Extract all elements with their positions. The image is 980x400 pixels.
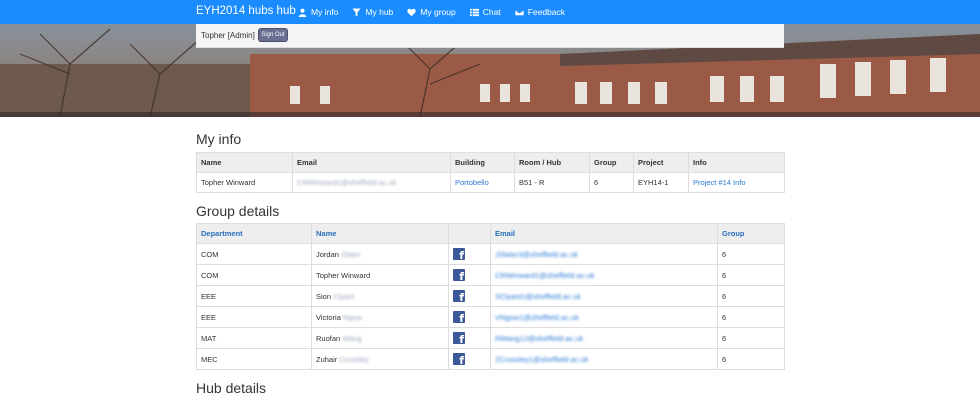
facebook-icon[interactable]: f bbox=[453, 248, 465, 261]
my-name: Topher Winward bbox=[196, 172, 293, 193]
nav-feedback[interactable]: Feedback bbox=[514, 0, 566, 24]
my-room: B51 - R bbox=[514, 172, 590, 193]
col-email: Email bbox=[292, 152, 451, 173]
member-group: 6 bbox=[717, 264, 785, 286]
col-name: Name bbox=[196, 152, 293, 173]
nav-my-hub-label: My hub bbox=[365, 7, 394, 17]
nav-chat[interactable]: Chat bbox=[469, 0, 501, 24]
member-email-link[interactable]: SClyant1@sheffield.ac.uk bbox=[495, 292, 581, 301]
heart-icon bbox=[407, 8, 416, 16]
member-department: MEC bbox=[196, 348, 312, 370]
col-social bbox=[448, 223, 491, 244]
main-nav: My info My hub My group Chat Feedback bbox=[298, 0, 579, 24]
nav-my-group-label: My group bbox=[420, 7, 456, 17]
col-building: Building bbox=[450, 152, 515, 173]
table-row: MEC Zuhair Crossley f ZCrossley1@sheffield.… bbox=[196, 348, 785, 370]
col-room-hub: Room / Hub bbox=[514, 152, 590, 173]
member-email-link[interactable]: CRWinward1@sheffield.ac.uk bbox=[495, 271, 594, 280]
col-member-email[interactable]: Email bbox=[490, 223, 718, 244]
member-first-name: Jordan bbox=[316, 249, 339, 259]
member-group: 6 bbox=[717, 285, 785, 307]
list-icon bbox=[469, 8, 479, 16]
member-first-name: Zuhair bbox=[316, 354, 338, 364]
col-project: Project bbox=[633, 152, 689, 173]
member-name: Ruofan Wang bbox=[311, 327, 449, 349]
nav-chat-label: Chat bbox=[482, 7, 501, 17]
member-name: Victoria Ngow bbox=[311, 306, 449, 328]
table-row: MAT Ruofan Wang f RWang12@sheffield.ac.uk 6 bbox=[196, 327, 785, 349]
member-email-link[interactable]: ZCrossley1@sheffield.ac.uk bbox=[495, 355, 588, 364]
table-row: Topher Winward CRWinward1@sheffield.ac.u… bbox=[196, 172, 785, 193]
member-department: MAT bbox=[196, 327, 312, 349]
member-first-name: Victoria bbox=[316, 312, 341, 322]
member-name: Zuhair Crossley bbox=[311, 348, 449, 370]
table-row: COM Jordan Slater f JSlater3@sheffield.ac.u… bbox=[196, 243, 785, 265]
member-last-name: Crossley bbox=[339, 354, 369, 364]
member-name: Topher Winward bbox=[311, 264, 449, 286]
building-link[interactable]: Portobello bbox=[455, 178, 489, 187]
member-department: COM bbox=[196, 264, 312, 286]
member-first-name: Topher Winward bbox=[316, 270, 371, 280]
member-group: 6 bbox=[717, 243, 785, 265]
my-group: 6 bbox=[589, 172, 634, 193]
envelope-icon bbox=[514, 8, 524, 16]
table-row: EEE Sion Clyant f SClyant1@sheffield.ac.uk 6 bbox=[196, 285, 785, 307]
facebook-icon[interactable]: f bbox=[453, 332, 465, 345]
brand-title[interactable]: EYH2014 hubs hub bbox=[196, 0, 296, 24]
facebook-icon[interactable]: f bbox=[453, 290, 465, 303]
col-department[interactable]: Department bbox=[196, 223, 312, 244]
table-row: COM Topher Winward f CRWinward1@sheffield.… bbox=[196, 264, 785, 286]
user-bar: Topher [Admin] Sign Out bbox=[196, 24, 784, 48]
col-info: Info bbox=[688, 152, 785, 173]
member-group: 6 bbox=[717, 327, 785, 349]
nav-my-hub[interactable]: My hub bbox=[352, 0, 393, 24]
project-info-link[interactable]: Project #14 Info bbox=[693, 178, 746, 187]
filter-icon bbox=[352, 7, 361, 17]
my-email: CRWinward1@sheffield.ac.uk bbox=[297, 178, 397, 187]
col-member-group[interactable]: Group bbox=[717, 223, 785, 244]
facebook-icon[interactable]: f bbox=[453, 311, 465, 324]
facebook-icon[interactable]: f bbox=[453, 269, 465, 282]
table-row: EEE Victoria Ngow f VNgow1@sheffield.ac.uk 6 bbox=[196, 306, 785, 328]
my-info-heading: My info bbox=[196, 131, 242, 147]
hub-details-heading: Hub details bbox=[196, 380, 267, 396]
my-project: EYH14-1 bbox=[633, 172, 689, 193]
member-last-name: Ngow bbox=[342, 312, 363, 322]
col-member-name[interactable]: Name bbox=[311, 223, 449, 244]
member-email-link[interactable]: VNgow1@sheffield.ac.uk bbox=[495, 313, 579, 322]
logged-in-username: Topher [Admin] bbox=[201, 31, 255, 40]
member-last-name: Slater bbox=[341, 249, 361, 259]
my-info-table: Name Email Building Room / Hub Group Pro… bbox=[196, 152, 785, 193]
top-navbar: EYH2014 hubs hub My info My hub My group… bbox=[0, 0, 980, 24]
member-email-link[interactable]: JSlater3@sheffield.ac.uk bbox=[495, 250, 578, 259]
member-group: 6 bbox=[717, 306, 785, 328]
table-header-row: Name Email Building Room / Hub Group Pro… bbox=[196, 152, 785, 173]
member-name: Sion Clyant bbox=[311, 285, 449, 307]
member-department: EEE bbox=[196, 285, 312, 307]
table-header-row: Department Name Email Group bbox=[196, 223, 785, 244]
member-department: COM bbox=[196, 243, 312, 265]
nav-feedback-label: Feedback bbox=[527, 7, 566, 17]
member-email-link[interactable]: RWang12@sheffield.ac.uk bbox=[495, 334, 583, 343]
facebook-icon[interactable]: f bbox=[453, 353, 465, 366]
nav-my-info-label: My info bbox=[311, 7, 339, 17]
member-department: EEE bbox=[196, 306, 312, 328]
member-first-name: Ruofan bbox=[316, 333, 341, 343]
member-name: Jordan Slater bbox=[311, 243, 449, 265]
member-last-name: Wang bbox=[342, 333, 362, 343]
group-details-heading: Group details bbox=[196, 203, 280, 219]
group-details-table: Department Name Email Group COM Jordan Sl… bbox=[196, 223, 785, 370]
sign-out-button[interactable]: Sign Out bbox=[258, 28, 288, 42]
nav-my-info[interactable]: My info bbox=[298, 0, 338, 24]
member-first-name: Sion bbox=[316, 291, 332, 301]
nav-my-group[interactable]: My group bbox=[407, 0, 456, 24]
member-group: 6 bbox=[717, 348, 785, 370]
col-group: Group bbox=[589, 152, 634, 173]
member-last-name: Clyant bbox=[333, 291, 355, 301]
user-icon bbox=[298, 8, 307, 17]
